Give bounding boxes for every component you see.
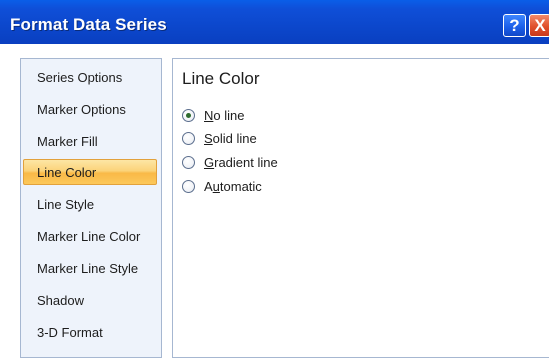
nav-item-3d-format[interactable]: 3-D Format — [37, 325, 103, 340]
nav-item-marker-fill[interactable]: Marker Fill — [37, 134, 98, 149]
nav-item-line-style[interactable]: Line Style — [37, 197, 94, 212]
section-title: Line Color — [182, 69, 260, 88]
nav-item-series-options[interactable]: Series Options — [37, 70, 122, 85]
radio-option-solid-line[interactable]: Solid line — [182, 129, 257, 147]
radio-button[interactable] — [182, 179, 195, 193]
radio-label: Automatic — [204, 178, 262, 194]
radio-label: Solid line — [204, 130, 257, 146]
close-button[interactable]: X — [529, 14, 549, 37]
options-panel: Line Color No line Solid line Gradient l… — [172, 58, 549, 358]
help-button[interactable]: ? — [503, 14, 526, 37]
nav-item-line-color[interactable]: Line Color — [37, 165, 96, 180]
radio-option-no-line[interactable]: No line — [182, 106, 244, 124]
close-icon: X — [534, 16, 546, 35]
radio-label: No line — [204, 107, 245, 123]
radio-button-checked[interactable] — [182, 108, 195, 122]
radio-option-gradient-line[interactable]: Gradient line — [182, 153, 278, 171]
radio-label: Gradient line — [204, 154, 278, 170]
radio-button[interactable] — [182, 131, 195, 145]
nav-item-marker-options[interactable]: Marker Options — [37, 102, 126, 117]
radio-button[interactable] — [182, 155, 195, 169]
nav-item-shadow[interactable]: Shadow — [37, 293, 84, 308]
nav-item-marker-line-color[interactable]: Marker Line Color — [37, 229, 140, 244]
help-icon: ? — [509, 16, 520, 35]
dialog-title: Format Data Series — [10, 15, 167, 34]
format-data-series-dialog: Format Data Series ? X Series Options Ma… — [0, 0, 549, 358]
nav-item-marker-line-style[interactable]: Marker Line Style — [37, 261, 138, 276]
category-list: Series Options Marker Options Marker Fil… — [20, 58, 162, 358]
radio-option-automatic[interactable]: Automatic — [182, 177, 262, 195]
title-bar[interactable]: Format Data Series ? X — [0, 0, 549, 45]
